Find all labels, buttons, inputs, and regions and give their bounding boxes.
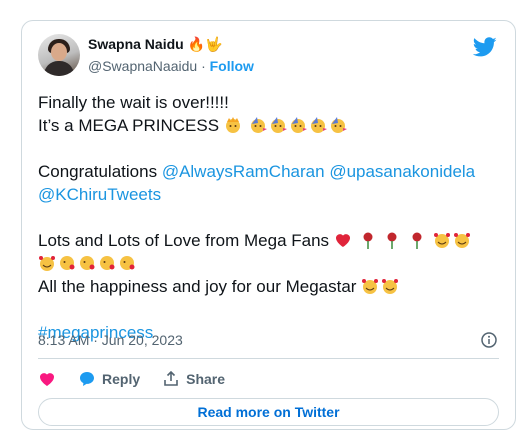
smiling-hearts-icon [362, 279, 379, 294]
share-icon [164, 370, 178, 386]
read-more-button[interactable]: Read more on Twitter [38, 398, 499, 426]
divider [38, 358, 499, 359]
face-blowing-kiss-icon [100, 256, 115, 270]
face-blowing-kiss-icon [120, 256, 135, 270]
party-face-icon [310, 117, 327, 133]
share-label: Share [186, 371, 226, 387]
info-icon[interactable] [481, 332, 497, 348]
happiness-line: All the happiness and joy for our Megast… [38, 275, 508, 298]
share-button[interactable]: Share [162, 370, 225, 388]
mention-link[interactable]: @upasanakonidela [329, 162, 475, 181]
emoji-line [38, 252, 508, 275]
separator: · [201, 58, 206, 74]
heart-icon [40, 373, 54, 386]
party-face-icon [330, 117, 347, 133]
rose-icon [363, 232, 373, 249]
smiling-hearts-icon [453, 233, 470, 248]
timestamp[interactable]: 8:13 AM · Jun 20, 2023 [38, 332, 183, 348]
princess-emoji-icon [225, 117, 240, 133]
user-handle-row: @SwapnaNaaidu · Follow [88, 58, 254, 74]
smiling-hearts-icon [433, 233, 450, 248]
like-button[interactable] [38, 370, 56, 388]
party-face-icon [270, 117, 287, 133]
face-blowing-kiss-icon [80, 256, 95, 270]
action-bar: Reply Share [38, 369, 247, 389]
party-face-icon [290, 117, 307, 133]
mention-link[interactable]: @AlwaysRamCharan [162, 162, 325, 181]
twitter-bird-icon[interactable] [473, 35, 497, 59]
smiling-hearts-icon [39, 256, 55, 271]
rose-icon [387, 232, 397, 249]
user-name[interactable]: Swapna Naidu 🔥🤟 [88, 36, 222, 53]
mention-link[interactable]: @KChiruTweets [38, 185, 161, 204]
reply-bubble-icon [80, 372, 94, 386]
tweet-line-1: Finally the wait is over!!!!! [38, 93, 229, 112]
congrats-line: Congratulations @AlwaysRamCharan @upasan… [38, 162, 476, 181]
tweet-text: Finally the wait is over!!!!! It’s a MEG… [38, 91, 508, 344]
tweet-card: Swapna Naidu 🔥🤟 @SwapnaNaaidu · Follow F… [21, 20, 516, 430]
love-line: Lots and Lots of Love from Mega Fans [38, 229, 508, 252]
party-face-icon [250, 117, 267, 133]
reply-label: Reply [102, 371, 141, 387]
face-blowing-kiss-icon [60, 256, 75, 270]
follow-button[interactable]: Follow [210, 58, 254, 74]
avatar[interactable] [38, 34, 80, 76]
reply-button[interactable]: Reply [78, 370, 140, 388]
tweet-line-2: It’s a MEGA PRINCESS [38, 114, 508, 137]
red-heart-icon [335, 234, 350, 247]
rose-icon [412, 232, 422, 249]
smiling-hearts-icon [382, 279, 399, 294]
user-handle[interactable]: @SwapnaNaaidu [88, 58, 197, 74]
